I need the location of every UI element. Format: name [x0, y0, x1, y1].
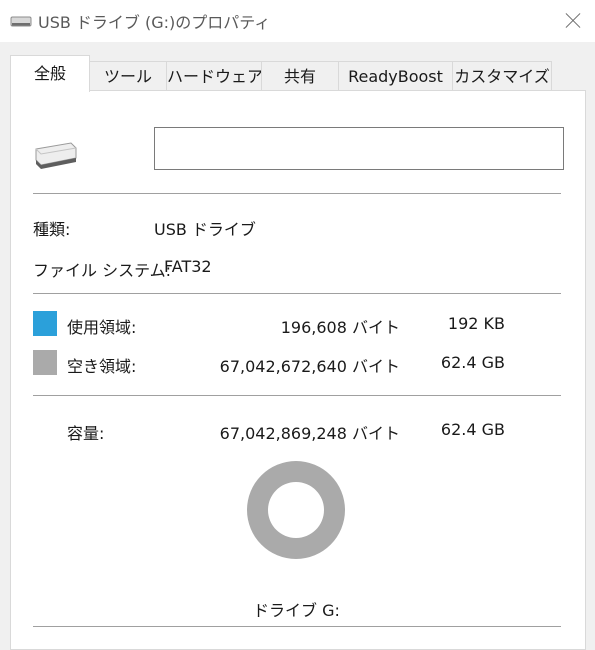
window-title: USB ドライブ (G:)のプロパティ [38, 9, 270, 33]
used-space-size: 192 KB [448, 314, 505, 333]
tab-label: 全般 [34, 64, 66, 83]
drive-caption: ドライブ G: [253, 597, 340, 621]
donut-slice-free [247, 461, 345, 559]
filesystem-value: FAT32 [164, 257, 212, 276]
filesystem-label: ファイル システム: [33, 257, 171, 281]
title-bar: USB ドライブ (G:)のプロパティ [0, 0, 595, 42]
free-space-label: 空き領域: [67, 353, 136, 377]
usb-drive-icon [33, 141, 79, 175]
volume-label-input[interactable] [154, 127, 564, 170]
disk-usage-donut-chart [247, 461, 345, 559]
type-label: 種類: [33, 216, 70, 240]
tab-sharing[interactable]: 共有 [261, 61, 339, 90]
tab-label: カスタマイズ [454, 67, 550, 86]
tab-label: 共有 [284, 67, 316, 86]
tab-customize[interactable]: カスタマイズ [452, 61, 552, 90]
close-button[interactable] [557, 6, 591, 36]
tab-readyboost[interactable]: ReadyBoost [338, 61, 453, 90]
free-space-bytes: 67,042,672,640 バイト [220, 353, 400, 377]
separator [33, 293, 561, 294]
free-space-size: 62.4 GB [441, 353, 505, 372]
type-value: USB ドライブ [154, 216, 256, 240]
free-space-color-swatch [33, 350, 57, 375]
tab-hardware[interactable]: ハードウェア [166, 61, 262, 90]
capacity-label: 容量: [67, 420, 104, 444]
tab-general[interactable]: 全般 [10, 55, 90, 92]
used-space-bytes: 196,608 バイト [281, 314, 400, 338]
separator [33, 626, 561, 627]
tab-label: ReadyBoost [348, 67, 443, 86]
separator [33, 395, 561, 396]
usb-drive-icon [10, 13, 32, 32]
tab-label: ツール [104, 67, 152, 86]
used-space-color-swatch [33, 311, 57, 336]
separator [33, 193, 561, 194]
tab-tools[interactable]: ツール [89, 61, 167, 90]
capacity-bytes: 67,042,869,248 バイト [220, 420, 400, 444]
tab-label: ハードウェア [167, 67, 263, 86]
capacity-size: 62.4 GB [441, 420, 505, 439]
used-space-label: 使用領域: [67, 314, 136, 338]
